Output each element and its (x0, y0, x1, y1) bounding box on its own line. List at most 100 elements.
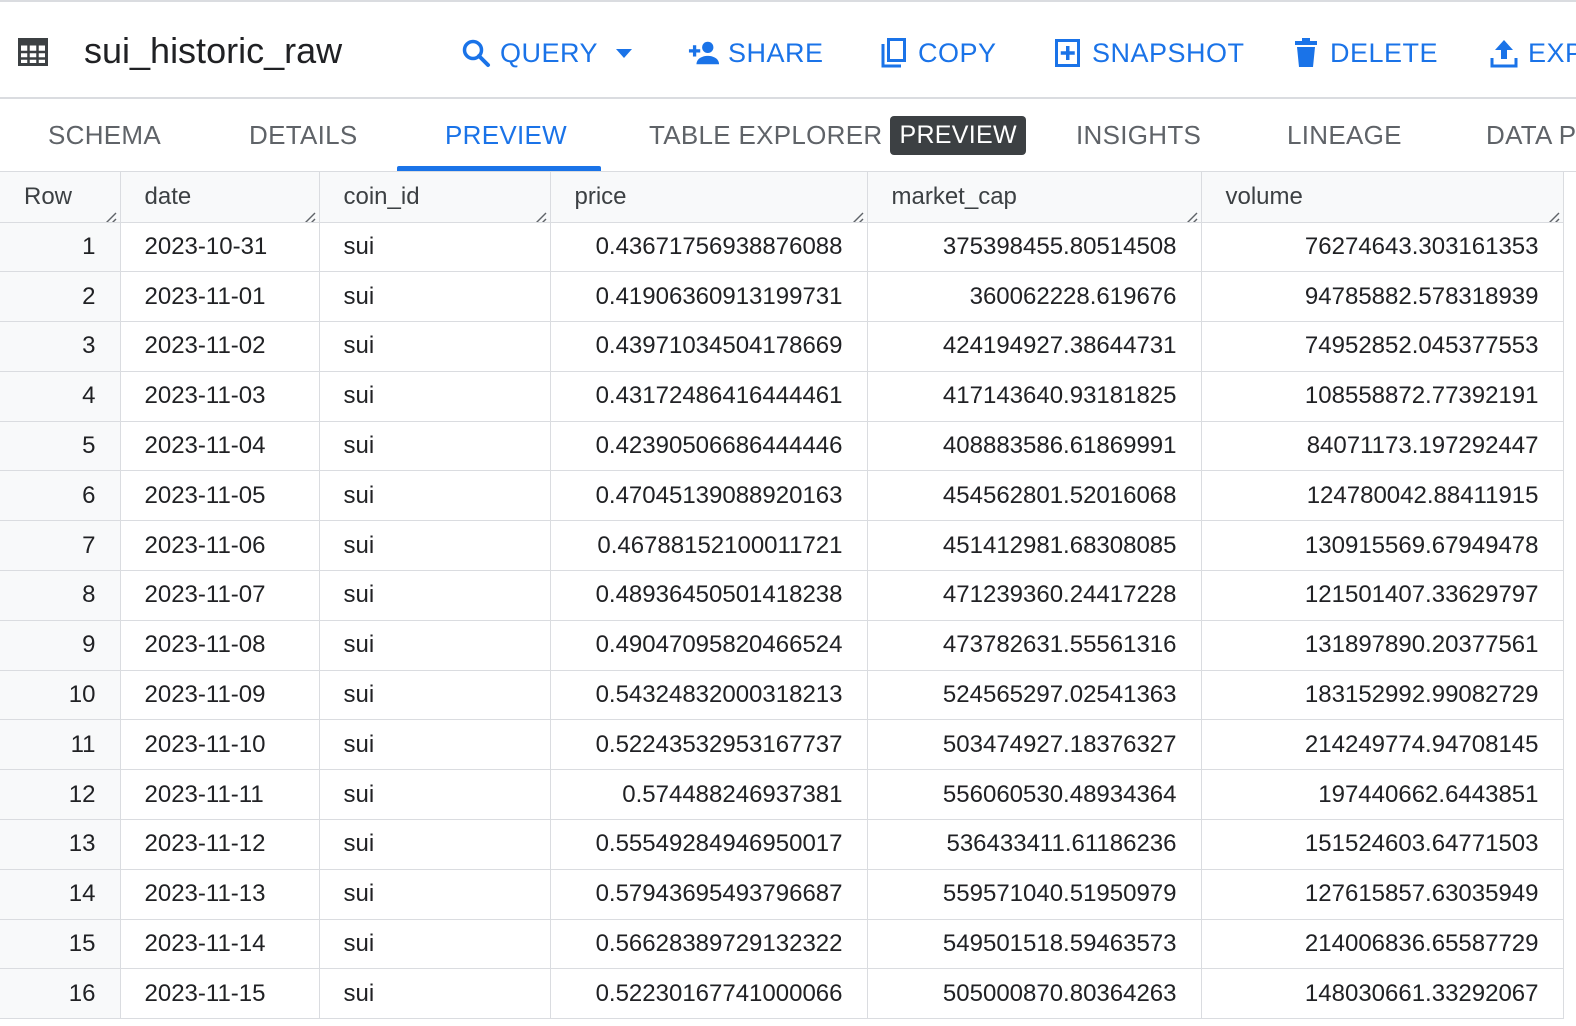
coin-id-cell: sui (319, 470, 551, 522)
tab-lineage[interactable]: LINEAGE (1287, 99, 1402, 171)
table-row[interactable]: 3 2023-11-02 sui 0.43971034504178669 4241949… (0, 321, 1564, 372)
market-cap-cell: 524565297.02541363 (867, 670, 1202, 721)
active-tab-indicator (397, 166, 601, 171)
date-cell: 2023-11-08 (120, 620, 320, 671)
snapshot-button[interactable]: SNAPSHOT (1052, 32, 1245, 74)
column-header-volume[interactable]: volume (1201, 172, 1564, 223)
volume-cell: 197440662.6443851 (1201, 769, 1564, 821)
export-button[interactable]: EXP (1488, 32, 1576, 74)
column-header-label: coin_id (343, 182, 420, 210)
table-body: 1 2023-10-31 sui 0.43671756938876088 3753984… (0, 222, 1564, 1020)
coin-id-cell: sui (319, 819, 551, 870)
tab-table-explorer[interactable]: TABLE EXPLORER PREVIEW (649, 99, 1026, 171)
market-cap-cell: 471239360.24417228 (867, 570, 1202, 621)
volume-cell: 84071173.197292447 (1201, 421, 1564, 472)
chevron-down-icon[interactable] (616, 48, 633, 58)
share-button[interactable]: SHARE (688, 32, 824, 74)
price-cell: 0.52230167741000066 (550, 968, 868, 1020)
results-grid: Row date coin_id price market_cap volume 1 202… (0, 172, 1576, 1026)
date-cell: 2023-11-06 (120, 520, 320, 572)
coin-id-cell: sui (319, 968, 551, 1020)
price-cell: 0.574488246937381 (550, 769, 868, 821)
market-cap-cell: 451412981.68308085 (867, 520, 1202, 572)
date-cell: 2023-11-01 (120, 271, 320, 323)
row-number-cell: 12 (0, 769, 121, 821)
date-cell: 2023-11-10 (120, 719, 320, 771)
resize-handle-icon[interactable] (103, 205, 117, 221)
date-cell: 2023-11-03 (120, 371, 320, 422)
column-header-label: volume (1225, 182, 1303, 210)
tab-table-explorer-label: TABLE EXPLORER (649, 120, 883, 150)
delete-label: DELETE (1330, 37, 1439, 68)
coin-id-cell: sui (319, 670, 551, 721)
column-header-price[interactable]: price (550, 172, 868, 223)
price-cell: 0.48936450501418238 (550, 570, 868, 621)
tab-data-profile[interactable]: DATA P (1486, 99, 1576, 171)
coin-id-cell: sui (319, 520, 551, 572)
tab-insights[interactable]: INSIGHTS (1076, 99, 1201, 171)
price-cell: 0.43671756938876088 (550, 222, 868, 273)
row-number-cell: 5 (0, 421, 121, 472)
volume-cell: 108558872.77392191 (1201, 371, 1564, 422)
tab-schema[interactable]: SCHEMA (48, 99, 161, 171)
volume-cell: 121501407.33629797 (1201, 570, 1564, 621)
preview-badge: PREVIEW (890, 116, 1026, 155)
table-row[interactable]: 8 2023-11-07 sui 0.48936450501418238 4712393… (0, 570, 1564, 621)
table-row[interactable]: 11 2023-11-10 sui 0.52243532953167737 503474… (0, 719, 1564, 771)
row-number-cell: 9 (0, 620, 121, 671)
page-title: sui_historic_raw (84, 30, 343, 71)
date-cell: 2023-11-07 (120, 570, 320, 621)
header-row: Row date coin_id price market_cap volume (0, 172, 1564, 223)
delete-button[interactable]: DELETE (1290, 32, 1438, 74)
market-cap-cell: 408883586.61869991 (867, 421, 1202, 472)
price-cell: 0.47045139088920163 (550, 470, 868, 522)
tab-preview[interactable]: PREVIEW (445, 99, 567, 171)
volume-cell: 148030661.33292067 (1201, 968, 1564, 1020)
date-cell: 2023-11-15 (120, 968, 320, 1020)
price-cell: 0.43172486416444461 (550, 371, 868, 422)
volume-cell: 76274643.303161353 (1201, 222, 1564, 273)
table-row[interactable]: 4 2023-11-03 sui 0.43172486416444461 4171436… (0, 371, 1564, 422)
table-row[interactable]: 5 2023-11-04 sui 0.42390506686444446 4088835… (0, 421, 1564, 472)
resize-handle-icon[interactable] (533, 205, 547, 221)
tab-bar: SCHEMA DETAILS PREVIEW TABLE EXPLORER PR… (0, 99, 1576, 172)
table-row[interactable]: 15 2023-11-14 sui 0.56628389729132322 549501… (0, 919, 1564, 970)
resize-handle-icon[interactable] (850, 205, 864, 221)
column-header-date[interactable]: date (120, 172, 320, 223)
price-cell: 0.43971034504178669 (550, 321, 868, 372)
column-header-coin-id[interactable]: coin_id (319, 172, 551, 223)
table-row[interactable]: 2 2023-11-01 sui 0.41906360913199731 3600622… (0, 271, 1564, 323)
row-number-cell: 10 (0, 670, 121, 721)
share-label: SHARE (728, 37, 824, 68)
query-button[interactable]: QUERY (460, 32, 633, 74)
export-label: EXP (1528, 37, 1576, 68)
table-row[interactable]: 6 2023-11-05 sui 0.47045139088920163 4545628… (0, 470, 1564, 522)
copy-button[interactable]: COPY (878, 32, 997, 74)
table-row[interactable]: 12 2023-11-11 sui 0.574488246937381 55606053… (0, 769, 1564, 821)
date-cell: 2023-11-05 (120, 470, 320, 522)
table-row[interactable]: 16 2023-11-15 sui 0.52230167741000066 505000… (0, 968, 1564, 1020)
copy-label: COPY (918, 37, 997, 68)
coin-id-cell: sui (319, 271, 551, 323)
resize-handle-icon[interactable] (1546, 205, 1560, 221)
tab-details[interactable]: DETAILS (249, 99, 358, 171)
column-header-label: price (574, 182, 627, 210)
snapshot-label: SNAPSHOT (1092, 37, 1245, 68)
table-row[interactable]: 14 2023-11-13 sui 0.57943695493796687 559571… (0, 869, 1564, 920)
table-row[interactable]: 1 2023-10-31 sui 0.43671756938876088 3753984… (0, 222, 1564, 273)
date-cell: 2023-11-09 (120, 670, 320, 721)
toolbar: sui_historic_raw QUERY SHARE COPY SNAPSH… (0, 0, 1576, 99)
table-row[interactable]: 7 2023-11-06 sui 0.46788152100011721 4514129… (0, 520, 1564, 572)
table-row[interactable]: 10 2023-11-09 sui 0.54324832000318213 524565… (0, 670, 1564, 721)
column-header-row[interactable]: Row (0, 172, 121, 223)
market-cap-cell: 375398455.80514508 (867, 222, 1202, 273)
volume-cell: 74952852.045377553 (1201, 321, 1564, 372)
column-header-market-cap[interactable]: market_cap (867, 172, 1202, 223)
table-row[interactable]: 13 2023-11-12 sui 0.55549284946950017 536433… (0, 819, 1564, 870)
person-add-icon (688, 37, 720, 69)
volume-cell: 131897890.20377561 (1201, 620, 1564, 671)
table-row[interactable]: 9 2023-11-08 sui 0.49047095820466524 4737826… (0, 620, 1564, 671)
market-cap-cell: 503474927.18376327 (867, 719, 1202, 771)
resize-handle-icon[interactable] (1184, 205, 1198, 221)
resize-handle-icon[interactable] (302, 205, 316, 221)
